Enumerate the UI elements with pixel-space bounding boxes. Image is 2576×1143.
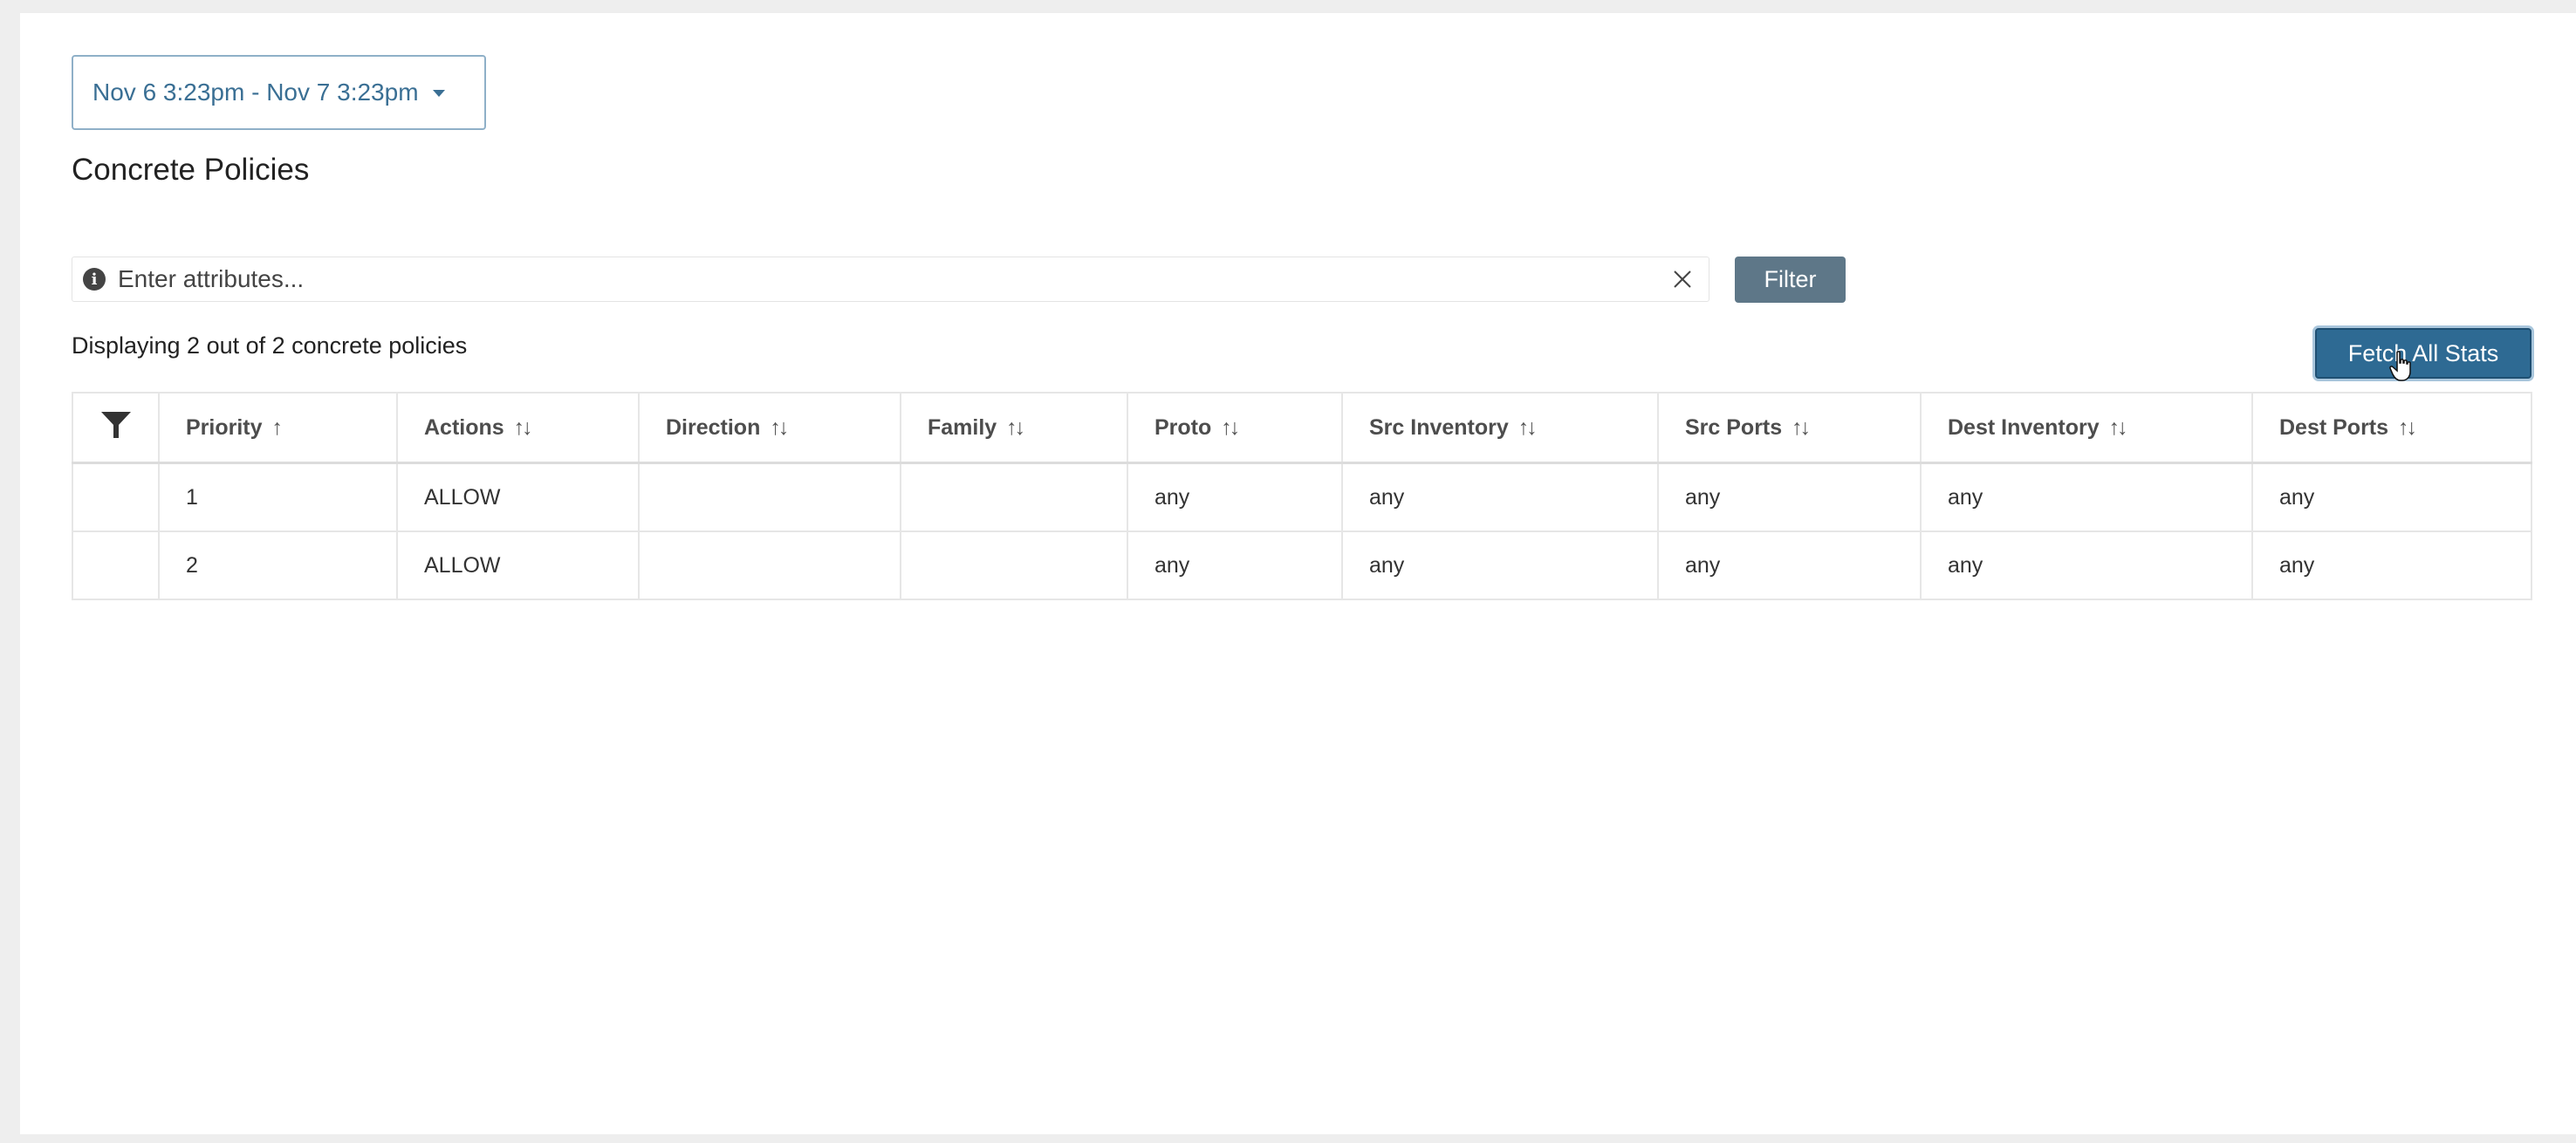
result-count-text: Displaying 2 out of 2 concrete policies — [72, 332, 468, 359]
table-cell-actions: ALLOW — [396, 530, 640, 600]
table-header-row: Priority ↑ Actions ↑↓ Direction ↑↓ Famil… — [72, 392, 2532, 464]
search-box[interactable]: i — [72, 257, 1709, 302]
search-input[interactable] — [106, 264, 1665, 294]
table-cell-proto: any — [1127, 530, 1343, 600]
column-label: Priority — [186, 414, 263, 440]
sort-asc-icon: ↑ — [271, 414, 282, 440]
column-header-priority[interactable]: Priority ↑ — [158, 392, 398, 464]
column-label: Src Ports — [1685, 414, 1783, 440]
table-cell-direction — [638, 462, 901, 532]
table-cell-dest-inventory: any — [1920, 530, 2253, 600]
hand-cursor-icon — [2389, 351, 2411, 381]
table-cell-actions: ALLOW — [396, 462, 640, 532]
column-label: Src Inventory — [1369, 414, 1509, 440]
table-cell-priority: 1 — [158, 462, 398, 532]
column-label: Direction — [666, 414, 761, 440]
column-header-src-inventory[interactable]: Src Inventory ↑↓ — [1341, 392, 1659, 464]
policies-table: Priority ↑ Actions ↑↓ Direction ↑↓ Famil… — [72, 392, 2532, 600]
date-range-label: Nov 6 3:23pm - Nov 7 3:23pm — [92, 79, 419, 106]
sort-icon: ↑↓ — [2398, 414, 2417, 440]
column-label: Proto — [1154, 414, 1212, 440]
column-header-proto[interactable]: Proto ↑↓ — [1127, 392, 1343, 464]
column-header-dest-ports[interactable]: Dest Ports ↑↓ — [2251, 392, 2532, 464]
table-cell — [72, 530, 160, 600]
column-label: Dest Inventory — [1948, 414, 2100, 440]
table-cell-family — [900, 530, 1128, 600]
table-cell-dest-ports: any — [2251, 462, 2532, 532]
table-cell-src-inventory: any — [1341, 462, 1659, 532]
sort-icon: ↑↓ — [513, 414, 533, 440]
page-title: Concrete Policies — [72, 153, 310, 187]
funnel-icon — [100, 411, 131, 438]
table-cell-direction — [638, 530, 901, 600]
info-icon: i — [83, 268, 106, 291]
date-range-picker[interactable]: Nov 6 3:23pm - Nov 7 3:23pm — [72, 55, 486, 130]
column-label: Family — [928, 414, 997, 440]
table-cell-family — [900, 462, 1128, 532]
table-cell — [72, 462, 160, 532]
column-header-actions[interactable]: Actions ↑↓ — [396, 392, 640, 464]
table-cell-priority: 2 — [158, 530, 398, 600]
fetch-all-stats-button[interactable]: Fetch All Stats — [2315, 328, 2531, 379]
table-cell-dest-inventory: any — [1920, 462, 2253, 532]
sort-icon: ↑↓ — [1518, 414, 1538, 440]
sort-icon: ↑↓ — [1792, 414, 1811, 440]
close-icon[interactable] — [1665, 262, 1700, 297]
table-row[interactable]: 2 ALLOW any any any any any — [72, 530, 2532, 600]
sort-icon: ↑↓ — [1221, 414, 1240, 440]
sort-icon: ↑↓ — [770, 414, 789, 440]
column-header-dest-inventory[interactable]: Dest Inventory ↑↓ — [1920, 392, 2253, 464]
table-cell-src-ports: any — [1657, 530, 1922, 600]
filter-button[interactable]: Filter — [1735, 257, 1846, 303]
column-header-direction[interactable]: Direction ↑↓ — [638, 392, 901, 464]
column-header-family[interactable]: Family ↑↓ — [900, 392, 1128, 464]
table-cell-proto: any — [1127, 462, 1343, 532]
sort-icon: ↑↓ — [1006, 414, 1025, 440]
column-label: Dest Ports — [2279, 414, 2389, 440]
column-header-src-ports[interactable]: Src Ports ↑↓ — [1657, 392, 1922, 464]
column-filter-toggle[interactable] — [72, 392, 160, 464]
table-cell-src-ports: any — [1657, 462, 1922, 532]
table-row[interactable]: 1 ALLOW any any any any any — [72, 462, 2532, 532]
chevron-down-icon — [432, 90, 445, 97]
column-label: Actions — [424, 414, 504, 440]
sort-icon: ↑↓ — [2108, 414, 2128, 440]
table-cell-src-inventory: any — [1341, 530, 1659, 600]
table-cell-dest-ports: any — [2251, 530, 2532, 600]
